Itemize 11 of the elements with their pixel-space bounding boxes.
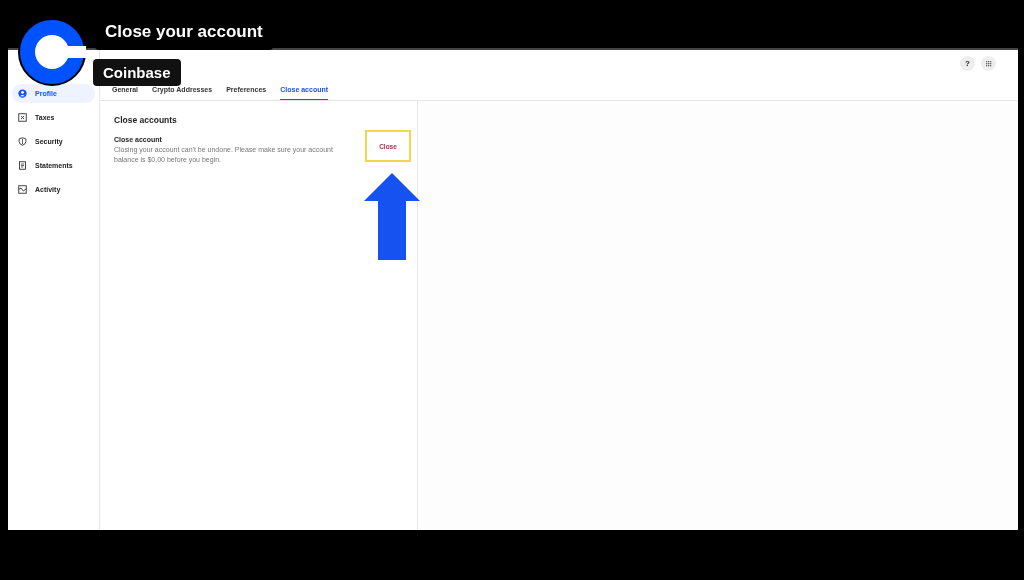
apps-button[interactable] [981,56,996,71]
person-icon [18,89,27,98]
section-title: Close accounts [114,115,178,125]
shield-icon [18,137,27,146]
grid-icon [985,60,992,67]
receipt-icon [18,113,27,122]
brand-label: Coinbase [93,59,181,86]
document-icon [18,161,27,170]
arrow-icon [363,172,421,260]
chart-icon [18,185,27,194]
help-button[interactable]: ? [960,56,975,71]
